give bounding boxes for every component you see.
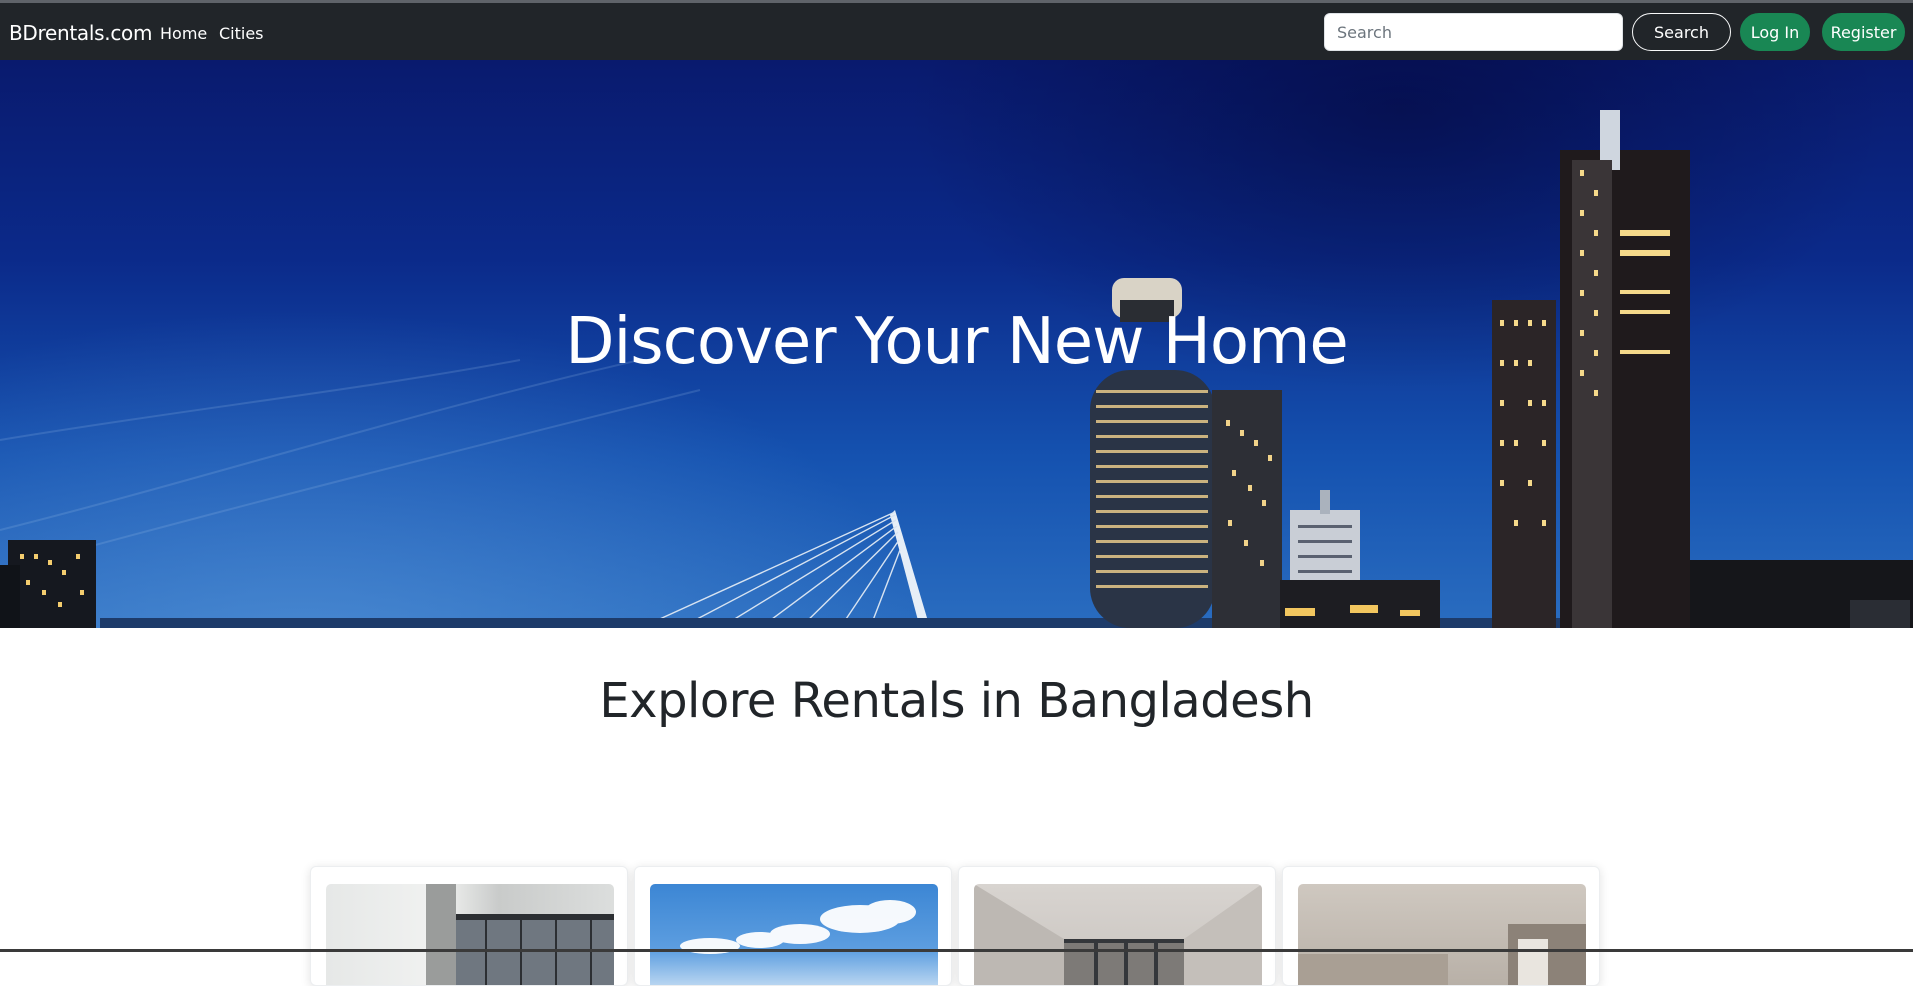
navbar: BDrentals.com Home Cities Search Log In … [0, 3, 1913, 60]
cloud-streaks [0, 359, 701, 561]
apartment-photo [650, 884, 938, 985]
apartment-photo [326, 884, 614, 985]
hero-title: Discover Your New Home [565, 305, 1349, 379]
mid-tower [1212, 390, 1282, 628]
login-button[interactable]: Log In [1740, 13, 1810, 51]
apartment-photo-interior [426, 884, 614, 985]
apartment-photo [974, 884, 1262, 985]
brand-logo[interactable]: BDrentals.com [9, 21, 152, 45]
apartment-photo-kitchen [1298, 924, 1586, 985]
rental-card[interactable] [310, 866, 628, 986]
search-button[interactable]: Search [1632, 13, 1731, 51]
rental-card[interactable] [958, 866, 1276, 986]
rental-card[interactable] [1282, 866, 1600, 986]
apartment-photo-room [974, 884, 1262, 985]
register-button[interactable]: Register [1822, 13, 1905, 51]
hero-banner: Discover Your New Home [0, 60, 1913, 628]
section-title: Explore Rentals in Bangladesh [599, 673, 1314, 729]
rental-card[interactable] [634, 866, 952, 986]
left-building [0, 540, 96, 628]
nav-link-home[interactable]: Home [160, 24, 207, 44]
apartment-photo-sky [680, 900, 916, 954]
nav-link-cities[interactable]: Cities [219, 24, 264, 44]
apartment-photo [1298, 884, 1586, 985]
search-input[interactable] [1324, 13, 1623, 51]
